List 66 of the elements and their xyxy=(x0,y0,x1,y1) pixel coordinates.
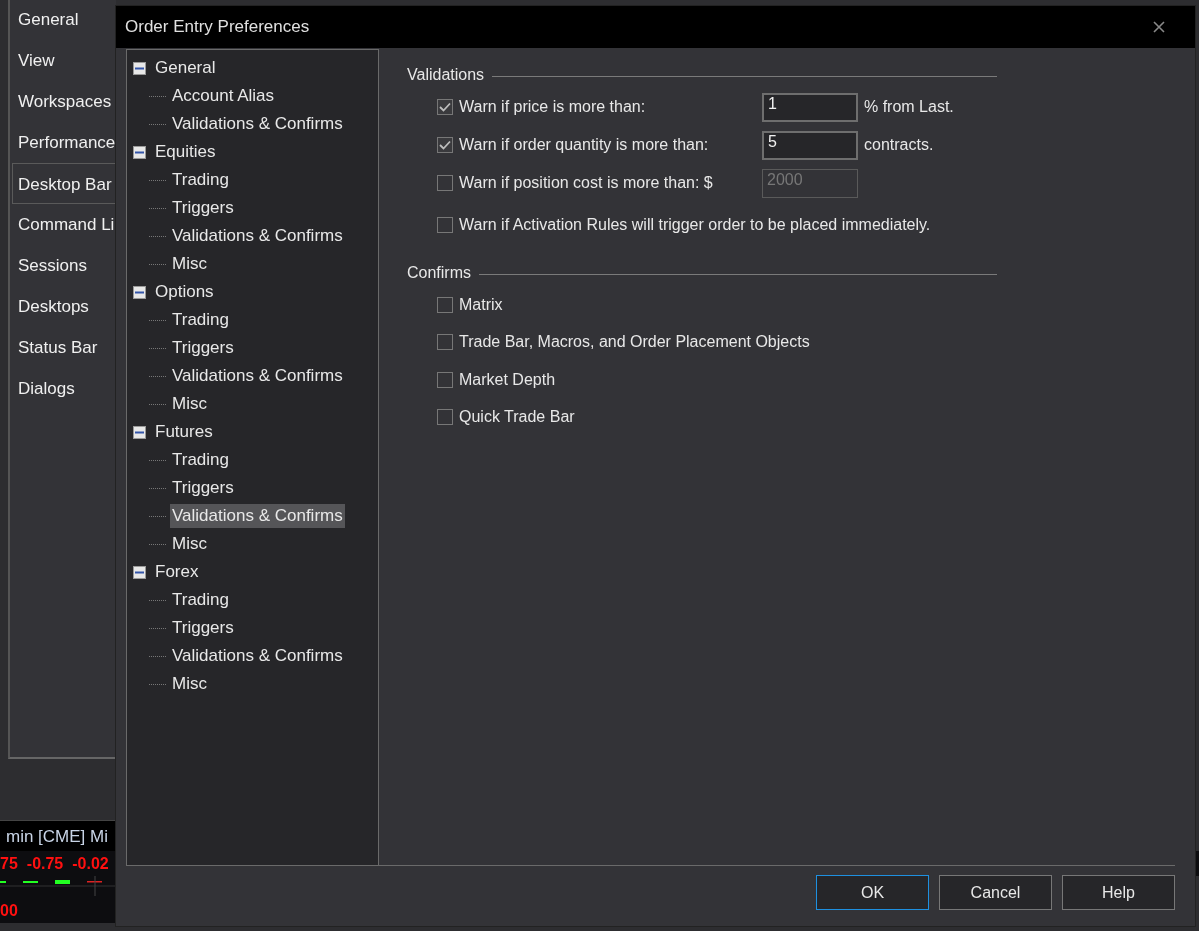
sidebar-item[interactable]: General xyxy=(10,0,116,40)
checkbox[interactable] xyxy=(437,334,453,351)
dialog-button[interactable]: OK xyxy=(816,875,929,910)
collapse-icon[interactable] xyxy=(133,425,146,439)
quote-value: -0.75 xyxy=(26,854,64,874)
sidebar-item[interactable]: Workspaces xyxy=(10,81,116,122)
checkbox[interactable] xyxy=(437,409,453,426)
group-title: Confirms xyxy=(407,264,471,282)
sidebar-item[interactable]: Desktops xyxy=(10,286,116,327)
checkbox[interactable] xyxy=(437,137,453,153)
checkbox-label: Warn if order quantity is more than: xyxy=(459,136,710,154)
tree-item[interactable]: Misc xyxy=(170,392,209,416)
tree-item[interactable]: Validations & Confirms xyxy=(170,224,345,248)
tree-item[interactable]: Futures xyxy=(153,420,215,444)
quote-value: -0.02 xyxy=(72,854,109,874)
checkbox-label: Warn if position cost is more than: $ xyxy=(459,174,714,192)
collapse-icon[interactable] xyxy=(133,565,146,579)
checkbox-label: Trade Bar, Macros, and Order Placement Objects xyxy=(459,333,810,352)
tree-item[interactable]: Triggers xyxy=(170,616,236,640)
number-field[interactable]: 5 xyxy=(762,130,858,160)
collapse-icon[interactable] xyxy=(133,61,146,75)
checkbox-label: Warn if Activation Rules will trigger order to be placed immediately. xyxy=(459,216,931,234)
dialog-button[interactable]: Help xyxy=(1062,875,1175,910)
sidebar-item[interactable]: Command Li xyxy=(10,204,116,245)
sidebar-item[interactable]: View xyxy=(10,40,116,81)
tree-item[interactable]: Misc xyxy=(170,672,209,696)
close-icon[interactable] xyxy=(1153,21,1165,33)
group-title: Validations xyxy=(407,66,485,84)
tree-item[interactable]: Triggers xyxy=(170,196,236,220)
sidebar-item[interactable]: Performance xyxy=(10,122,116,163)
dialog-button[interactable]: Cancel xyxy=(939,875,1052,910)
checkbox-label: Quick Trade Bar xyxy=(459,408,575,427)
tree-item[interactable]: Equities xyxy=(153,140,218,164)
tree-item[interactable]: Misc xyxy=(170,252,209,276)
tree-item[interactable]: Options xyxy=(153,280,216,304)
tree-item[interactable]: Trading xyxy=(170,588,231,612)
sidebar-item[interactable]: Status Bar xyxy=(10,327,116,368)
tree-item[interactable]: Trading xyxy=(170,168,231,192)
tree-item[interactable]: Validations & Confirms xyxy=(170,504,345,528)
tree-item[interactable]: Validations & Confirms xyxy=(170,364,345,388)
unit-label: contracts. xyxy=(864,136,934,154)
number-field[interactable]: 1 xyxy=(762,92,858,122)
checkbox[interactable] xyxy=(437,217,453,233)
quote-value: 75 xyxy=(0,854,18,874)
checkbox[interactable] xyxy=(437,99,453,115)
tree-item[interactable]: Account Alias xyxy=(170,84,277,108)
collapse-icon[interactable] xyxy=(133,285,146,299)
tree-item[interactable]: Misc xyxy=(170,532,209,556)
unit-label: % from Last. xyxy=(864,98,954,116)
tree-item[interactable]: Forex xyxy=(153,560,201,584)
checkbox-label: Market Depth xyxy=(459,370,556,389)
collapse-icon[interactable] xyxy=(133,145,146,159)
checkbox-label: Warn if price is more than: xyxy=(459,98,647,116)
window-title: Order Entry Preferences xyxy=(125,17,310,37)
sidebar-item[interactable]: Dialogs xyxy=(10,368,116,409)
tree-item[interactable]: Triggers xyxy=(170,476,236,500)
tree-item[interactable]: Trading xyxy=(170,448,231,472)
checkbox[interactable] xyxy=(437,296,453,313)
tree-item[interactable]: Validations & Confirms xyxy=(170,644,345,668)
tree-item[interactable]: Triggers xyxy=(170,336,236,360)
sidebar-item[interactable]: Sessions xyxy=(10,245,116,286)
checkbox[interactable] xyxy=(437,371,453,388)
tree-item[interactable]: Trading xyxy=(170,308,231,332)
checkbox-label: Matrix xyxy=(459,295,503,314)
tree-item[interactable]: Validations & Confirms xyxy=(170,112,345,136)
tree-item[interactable]: General xyxy=(153,56,218,80)
